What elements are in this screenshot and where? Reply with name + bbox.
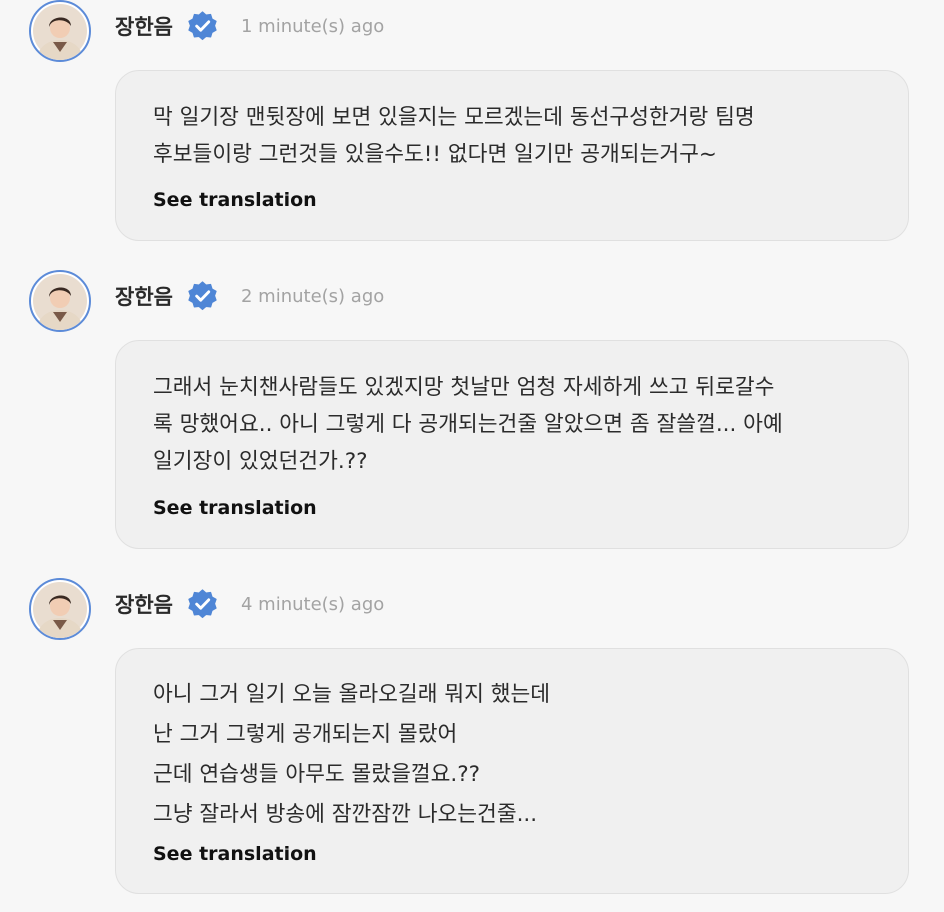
comment-bubble: 그래서 눈치챈사람들도 있겠지망 첫날만 엄청 자세하게 쓰고 뒤로갈수 록 망… xyxy=(115,340,909,549)
see-translation-link[interactable]: See translation xyxy=(153,496,317,520)
comment-header: 장한음 1 minute(s) ago xyxy=(0,0,944,66)
see-translation-link[interactable]: See translation xyxy=(153,842,317,866)
avatar[interactable] xyxy=(29,578,91,640)
see-translation-link[interactable]: See translation xyxy=(153,188,317,212)
comment-feed: 장한음 1 minute(s) ago 막 일기장 맨뒷장에 보면 있을지는 모… xyxy=(0,0,944,912)
comment-header: 장한음 4 minute(s) ago xyxy=(0,578,944,644)
author-name[interactable]: 장한음 xyxy=(115,592,173,618)
verified-badge-icon xyxy=(188,589,217,619)
timestamp: 2 minute(s) ago xyxy=(241,286,385,307)
comment-text: 아니 그거 일기 오늘 올라오길래 뭐지 했는데 난 그거 그렇게 공개되는지 … xyxy=(153,682,551,827)
verified-badge-icon xyxy=(188,281,217,311)
comment-bubble: 아니 그거 일기 오늘 올라오길래 뭐지 했는데 난 그거 그렇게 공개되는지 … xyxy=(115,648,909,894)
avatar[interactable] xyxy=(29,270,91,332)
timestamp: 1 minute(s) ago xyxy=(241,16,385,37)
comment-header: 장한음 2 minute(s) ago xyxy=(0,270,944,336)
timestamp: 4 minute(s) ago xyxy=(241,594,385,615)
comment-bubble: 막 일기장 맨뒷장에 보면 있을지는 모르겠는데 동선구성한거랑 팀명 후보들이… xyxy=(115,70,909,241)
author-name[interactable]: 장한음 xyxy=(115,284,173,310)
verified-badge-icon xyxy=(188,11,217,41)
author-name[interactable]: 장한음 xyxy=(115,14,173,40)
avatar[interactable] xyxy=(29,0,91,62)
comment-text: 막 일기장 맨뒷장에 보면 있을지는 모르겠는데 동선구성한거랑 팀명 후보들이… xyxy=(153,105,755,167)
comment-text: 그래서 눈치챈사람들도 있겠지망 첫날만 엄청 자세하게 쓰고 뒤로갈수 록 망… xyxy=(153,375,783,474)
